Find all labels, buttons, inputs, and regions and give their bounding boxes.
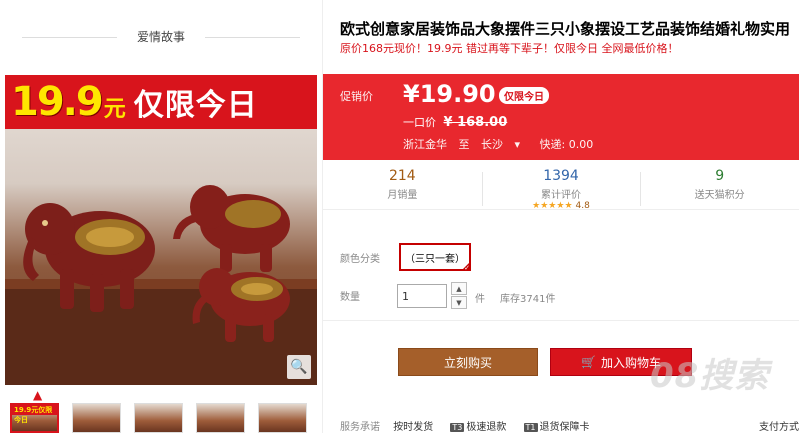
stat-points: 9 送天猫积分 <box>640 168 799 209</box>
product-subtitle: 原价168元现价！19.9元 错过再等下辈子！仅限今日 全网最低价格！ <box>340 42 679 55</box>
magnifier-icon[interactable]: 🔍 <box>287 355 311 379</box>
thumbnail-5[interactable] <box>258 403 307 433</box>
check-icon: ✓ <box>464 264 470 272</box>
ship-from: 浙江金华 <box>403 138 447 151</box>
site-watermark: 08搜索 <box>650 356 770 396</box>
thumbnail-4[interactable] <box>196 403 245 433</box>
thumbnail-strip: 19.9元仅限今日 <box>10 403 307 433</box>
service-badge: T3 <box>450 423 465 432</box>
quantity-decrease-button[interactable]: ▼ <box>451 296 467 309</box>
rating-stars: ★★★★★ 4.8 <box>532 201 590 211</box>
quantity-unit: 件 <box>475 294 485 305</box>
original-price-row: 一口价 ¥ 168.00 <box>403 114 507 130</box>
price-label: 促销价 <box>340 90 373 103</box>
color-option-text: （三只一套） <box>405 253 465 265</box>
thumbnail-1[interactable]: 19.9元仅限今日 <box>10 403 59 433</box>
stat-monthly-sales: 214 月销量 <box>323 168 482 209</box>
rating-score: 4.8 <box>575 201 590 211</box>
promo-unit: 元 <box>103 97 126 122</box>
service-text: 退货保障卡 <box>539 422 590 433</box>
product-title: 欧式创意家居装饰品大象摆件三只小象摆设工艺品装饰结婚礼物实用 <box>340 20 791 38</box>
main-product-image[interactable]: 19.9 元 仅限今日 🔍 <box>5 75 317 385</box>
promo-price-value: ¥19.90 <box>403 80 496 108</box>
section-divider <box>323 320 799 321</box>
service-badge: T1 <box>523 423 538 432</box>
stat-value: 1394 <box>543 168 579 184</box>
stat-label: 送天猫积分 <box>694 190 745 201</box>
product-gallery: 爱情故事 19.9 元 仅限今日 🔍 ▲ 19.9元仅限今日 <box>0 0 322 433</box>
stat-label: 累计评价 <box>541 190 581 201</box>
stock-count: 库存3741件 <box>500 294 556 305</box>
promo-banner: 19.9 元 仅限今日 <box>5 75 317 129</box>
original-price-value: ¥ 168.00 <box>443 115 508 130</box>
quantity-label: 数量 <box>340 292 360 303</box>
thumbnail-3[interactable] <box>134 403 183 433</box>
cart-icon: 🛒 <box>581 355 596 369</box>
ship-to-select[interactable]: 长沙 ▾ <box>481 138 528 151</box>
sales-stats: 214 月销量 1394 累计评价 ★★★★★ 4.8 9 送天猫积分 <box>323 168 799 211</box>
service-label: 服务承诺 <box>340 422 380 433</box>
service-item-return[interactable]: T1 退货保障卡 <box>523 422 590 433</box>
color-category-label: 颜色分类 <box>340 254 380 265</box>
stat-label: 月销量 <box>387 190 418 201</box>
service-text: 按时发货 <box>393 422 434 433</box>
stat-reviews[interactable]: 1394 累计评价 ★★★★★ 4.8 <box>481 168 641 211</box>
stat-value: 9 <box>715 168 725 184</box>
original-price-label: 一口价 <box>403 116 436 129</box>
quantity-input[interactable] <box>397 284 447 308</box>
shipping-row: 浙江金华 至 长沙 ▾ 快递: 0.00 <box>403 136 601 152</box>
thumbnail-promo-banner: 19.9元仅限今日 <box>12 405 57 424</box>
chevron-up-icon[interactable]: ▲ <box>33 388 42 402</box>
price-panel: 促销价 ¥19.90 仅限今日 一口价 ¥ 168.00 浙江金华 至 长沙 ▾… <box>323 74 799 160</box>
ship-to-value: 长沙 <box>481 138 503 151</box>
chevron-down-icon: ▾ <box>514 138 521 151</box>
payment-methods-link[interactable]: 支付方式 <box>759 418 799 433</box>
elephant-figurines-illustration <box>5 185 317 385</box>
promo-text: 仅限今日 <box>133 88 258 123</box>
shipping-fee: 快递: 0.00 <box>539 138 594 151</box>
ship-to-label: 至 <box>458 138 470 151</box>
buy-now-button[interactable]: 立刻购买 <box>398 348 538 376</box>
story-section-title: 爱情故事 <box>0 28 322 45</box>
service-item-refund[interactable]: T3 极速退款 <box>450 422 506 433</box>
service-item-ontime[interactable]: 按时发货 <box>393 422 433 433</box>
limited-today-badge: 仅限今日 <box>499 87 549 104</box>
color-option-selected[interactable]: （三只一套） ✓ <box>399 243 471 272</box>
quantity-increase-button[interactable]: ▲ <box>451 282 467 295</box>
stat-value: 214 <box>388 168 416 184</box>
service-text: 极速退款 <box>466 422 507 433</box>
service-promises: 服务承诺 按时发货 T3 极速退款 T1 退货保障卡 支付方式 <box>340 418 799 433</box>
quantity-stepper: ▲ ▼ <box>451 282 467 310</box>
promo-price: 19.9 <box>11 79 104 125</box>
thumbnail-2[interactable] <box>72 403 121 433</box>
